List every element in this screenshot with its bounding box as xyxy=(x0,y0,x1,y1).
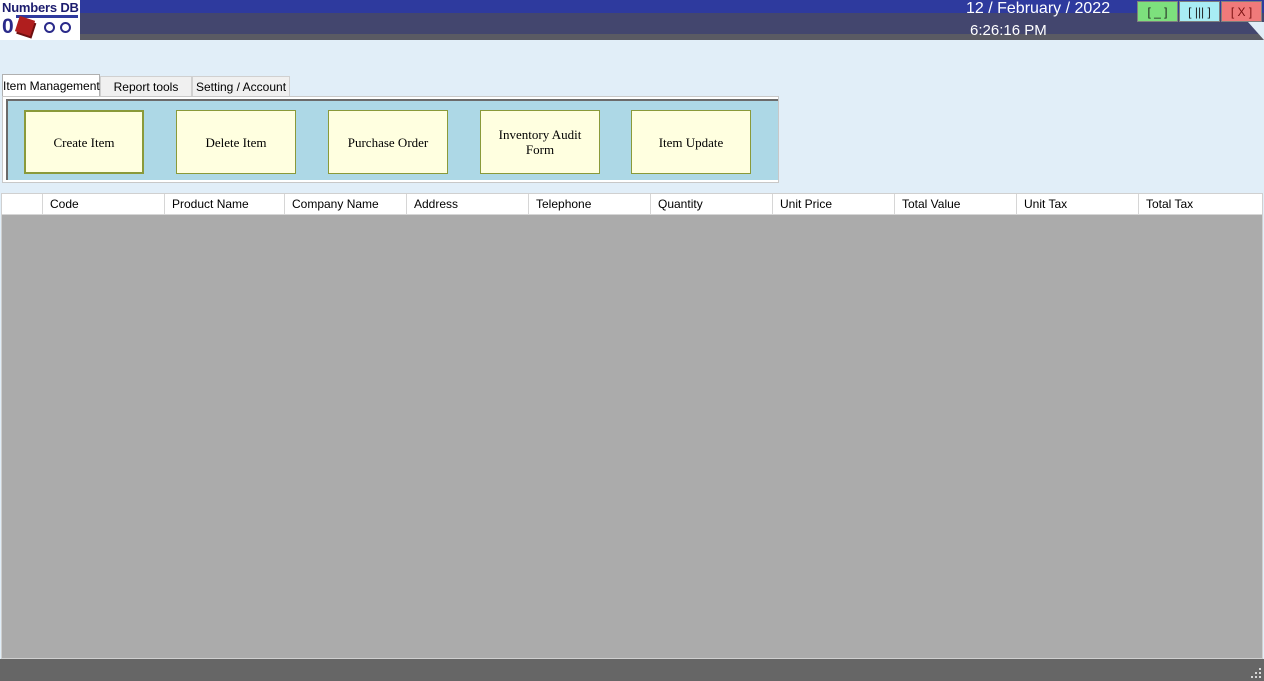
logo-cube-icon xyxy=(14,15,36,37)
delete-item-button[interactable]: Delete Item xyxy=(176,110,296,174)
app-logo: Numbers DB 0 xyxy=(0,0,80,40)
create-item-button[interactable]: Create Item xyxy=(24,110,144,174)
logo-circle-icon xyxy=(44,22,55,33)
column-header-total-value[interactable]: Total Value xyxy=(895,194,1017,214)
logo-text: Numbers DB xyxy=(2,0,79,15)
column-header-unit-tax[interactable]: Unit Tax xyxy=(1017,194,1139,214)
app-window: Numbers DB 0 12 / February / 2022 6:26:1… xyxy=(0,0,1264,681)
column-header-telephone[interactable]: Telephone xyxy=(529,194,651,214)
tab-setting-account[interactable]: Setting / Account xyxy=(192,76,290,97)
close-button[interactable]: [ X ] xyxy=(1221,1,1262,22)
title-bar[interactable]: Numbers DB 0 12 / February / 2022 6:26:1… xyxy=(0,0,1264,40)
column-header-address[interactable]: Address xyxy=(407,194,529,214)
item-update-button[interactable]: Item Update xyxy=(631,110,751,174)
logo-circle-icon xyxy=(60,22,71,33)
tab-panel: Create Item Delete Item Purchase Order I… xyxy=(2,96,779,183)
items-grid[interactable]: Code Product Name Company Name Address T… xyxy=(1,193,1263,659)
resize-grip-icon[interactable] xyxy=(1251,668,1261,678)
column-header-product-name[interactable]: Product Name xyxy=(165,194,285,214)
status-bar xyxy=(0,659,1264,681)
current-time: 6:26:16 PM xyxy=(970,22,1047,39)
row-header-corner[interactable] xyxy=(2,194,43,214)
tab-report-tools[interactable]: Report tools xyxy=(100,76,192,97)
inventory-audit-form-button[interactable]: Inventory Audit Form xyxy=(480,110,600,174)
title-bar-corner xyxy=(1248,22,1264,40)
purchase-order-button[interactable]: Purchase Order xyxy=(328,110,448,174)
column-header-unit-price[interactable]: Unit Price xyxy=(773,194,895,214)
minimize-button[interactable]: [ _ ] xyxy=(1137,1,1178,22)
column-header-total-tax[interactable]: Total Tax xyxy=(1139,194,1262,214)
column-header-code[interactable]: Code xyxy=(43,194,165,214)
current-date: 12 / February / 2022 xyxy=(966,0,1111,17)
column-header-company-name[interactable]: Company Name xyxy=(285,194,407,214)
tab-item-management[interactable]: Item Management xyxy=(2,74,100,98)
grid-header: Code Product Name Company Name Address T… xyxy=(2,194,1262,215)
column-header-quantity[interactable]: Quantity xyxy=(651,194,773,214)
action-toolbar: Create Item Delete Item Purchase Order I… xyxy=(6,99,778,180)
logo-digit: 0 xyxy=(2,15,14,38)
maximize-button[interactable]: [ ||| ] xyxy=(1179,1,1220,22)
